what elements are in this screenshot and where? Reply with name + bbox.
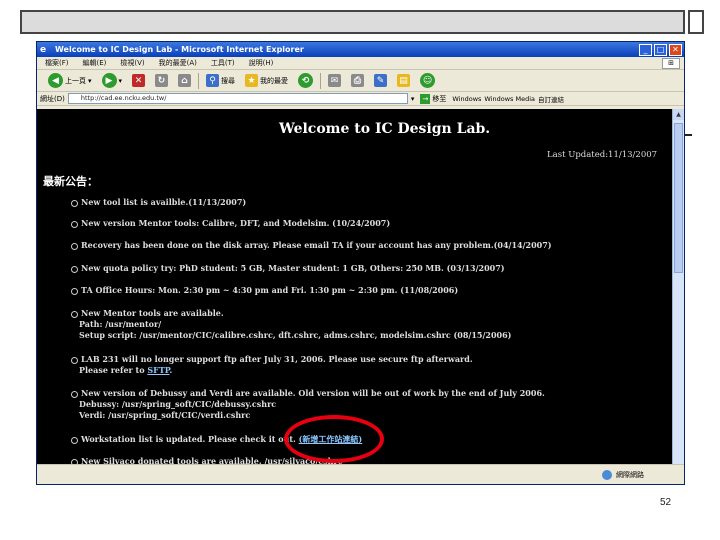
history-icon: ⟲ xyxy=(298,73,314,88)
page-title: Welcome to IC Design Lab. xyxy=(279,121,491,137)
windows-logo-icon: ⊞ xyxy=(662,57,680,69)
last-updated: Last Updated:11/13/2007 xyxy=(547,150,658,160)
news-item: New version of Debussy and Verdi are ava… xyxy=(71,388,545,421)
slide-title-box xyxy=(20,10,685,34)
messenger-button[interactable]: ☺ xyxy=(417,72,438,90)
home-icon: ⌂ xyxy=(178,74,192,87)
slide-corner-box xyxy=(688,10,704,34)
print-icon: ⎙ xyxy=(351,74,365,87)
menu-tools[interactable]: 工具(T) xyxy=(211,58,235,68)
links-item-windows-media[interactable]: Windows Media xyxy=(484,95,535,103)
status-bar: 網際網路 xyxy=(37,464,684,484)
close-button[interactable]: ✕ xyxy=(669,43,682,56)
discuss-icon: ▤ xyxy=(397,74,411,87)
vertical-scrollbar[interactable]: ▲ xyxy=(672,109,684,466)
back-label: 上一頁 xyxy=(65,76,86,85)
search-label: 搜尋 xyxy=(221,76,236,85)
mail-icon: ✉ xyxy=(328,74,342,87)
print-button[interactable]: ⎙ xyxy=(348,72,367,90)
window-title: Welcome to IC Design Lab - Microsoft Int… xyxy=(55,45,304,54)
news-item: New Mentor tools are available. Path: /u… xyxy=(71,308,511,341)
search-icon: ⚲ xyxy=(206,74,220,87)
menu-favorites[interactable]: 我的最愛(A) xyxy=(159,58,197,68)
discuss-button[interactable]: ▤ xyxy=(394,72,413,90)
news-item: New version Mentor tools: Calibre, DFT, … xyxy=(71,218,390,229)
menu-help[interactable]: 說明(H) xyxy=(249,58,274,68)
edit-button[interactable]: ✎ xyxy=(371,72,390,90)
forward-button[interactable]: ▶ ▾ xyxy=(99,72,126,90)
news-item: LAB 231 will no longer support ftp after… xyxy=(71,354,473,376)
go-arrow-icon: → xyxy=(420,93,431,104)
favorites-button[interactable]: ★ 我的最愛 xyxy=(242,72,291,90)
sftp-link[interactable]: SFTP xyxy=(147,365,169,375)
home-button[interactable]: ⌂ xyxy=(175,72,194,90)
menu-file[interactable]: 檔案(F) xyxy=(45,58,69,68)
menu-view[interactable]: 檢視(V) xyxy=(120,58,144,68)
internet-zone-icon xyxy=(602,469,612,480)
chevron-down-icon[interactable]: ▾ xyxy=(411,95,415,103)
address-input[interactable]: http://cad.ee.ncku.edu.tw/ xyxy=(67,93,408,104)
favorites-label: 我的最愛 xyxy=(260,76,289,85)
go-button[interactable]: → 移至 xyxy=(417,93,449,104)
chevron-down-icon: ▾ xyxy=(118,76,123,85)
address-label: 網址(D) xyxy=(40,94,65,103)
scroll-up-icon[interactable]: ▲ xyxy=(673,109,684,120)
maximize-button[interactable]: □ xyxy=(654,43,667,56)
address-bar: 網址(D) http://cad.ee.ncku.edu.tw/ ▾ → 移至 … xyxy=(37,92,684,106)
forward-arrow-icon: ▶ xyxy=(101,73,117,88)
status-zone: 網際網路 xyxy=(616,470,644,479)
stop-button[interactable]: ✕ xyxy=(129,72,148,90)
news-item: New quota policy try: PhD student: 5 GB,… xyxy=(71,263,505,274)
edit-icon: ✎ xyxy=(374,74,388,87)
page-content: Welcome to IC Design Lab. Last Updated:1… xyxy=(37,109,674,466)
menu-edit[interactable]: 編輯(E) xyxy=(83,58,107,68)
back-button[interactable]: ◀ 上一頁 ▾ xyxy=(45,72,95,90)
links-item-windows[interactable]: Windows xyxy=(452,95,481,103)
search-button[interactable]: ⚲ 搜尋 xyxy=(203,72,238,90)
messenger-icon: ☺ xyxy=(420,73,436,88)
links-item-custom[interactable]: 自訂連結 xyxy=(538,94,564,104)
mail-button[interactable]: ✉ xyxy=(325,72,344,90)
go-label: 移至 xyxy=(432,94,447,103)
scroll-thumb[interactable] xyxy=(674,123,683,273)
news-item: TA Office Hours: Mon. 2:30 pm ~ 4:30 pm … xyxy=(71,285,458,296)
stop-icon: ✕ xyxy=(132,74,146,87)
back-arrow-icon: ◀ xyxy=(48,73,63,88)
announcement-header: 最新公告： xyxy=(43,175,98,188)
slide-page-number: 52 xyxy=(660,497,672,508)
chevron-down-icon: ▾ xyxy=(88,76,92,85)
refresh-icon: ↻ xyxy=(155,74,169,87)
title-bar: e Welcome to IC Design Lab - Microsoft I… xyxy=(37,42,684,57)
refresh-button[interactable]: ↻ xyxy=(152,72,171,90)
toolbar: ◀ 上一頁 ▾ ▶ ▾ ✕ ↻ ⌂ ⚲ 搜尋 ★ 我的最愛 ⟲ ✉ ⎙ ✎ ▤ … xyxy=(37,70,684,92)
history-button[interactable]: ⟲ xyxy=(295,72,316,90)
news-item: New tool list is availble.(11/13/2007) xyxy=(71,197,246,208)
ie-logo-icon: e xyxy=(40,44,47,55)
news-item: Recovery has been done on the disk array… xyxy=(71,240,552,251)
minimize-button[interactable]: _ xyxy=(639,43,652,56)
star-icon: ★ xyxy=(245,74,259,87)
menu-bar: 檔案(F) 編輯(E) 檢視(V) 我的最愛(A) 工具(T) 說明(H) ⊞ xyxy=(37,57,684,70)
highlight-circle xyxy=(284,415,384,463)
